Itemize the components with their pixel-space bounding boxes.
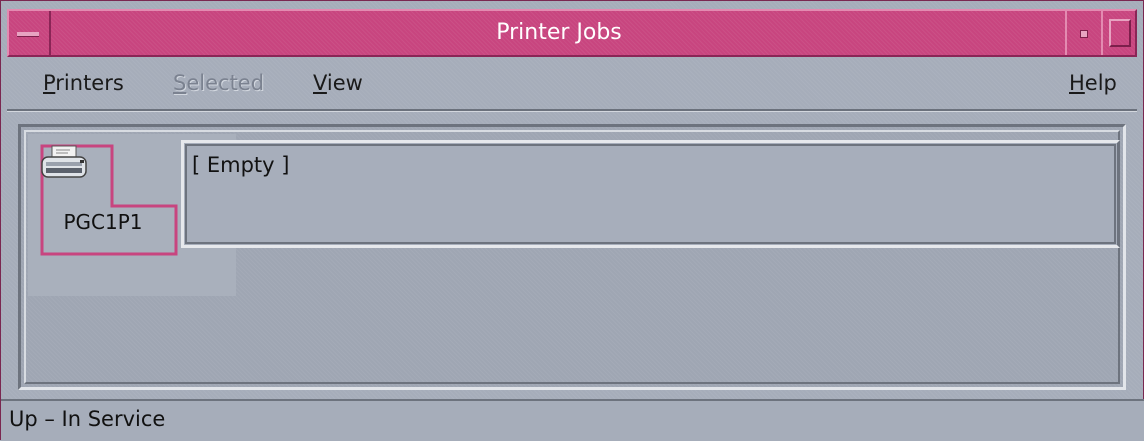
printer-jobs-window: Printer Jobs Printers Selected View Help	[0, 0, 1144, 441]
status-bar: Up – In Service	[1, 399, 1144, 441]
menu-separator	[7, 109, 1137, 112]
maximize-icon	[1109, 19, 1131, 47]
printer-name: PGC1P1	[63, 210, 143, 234]
minimize-icon	[1080, 30, 1088, 38]
window-title: Printer Jobs	[496, 20, 622, 45]
printer-icon	[41, 145, 87, 178]
job-list-empty-text: [ Empty ]	[192, 153, 290, 177]
menu-selected-label: elected	[186, 71, 265, 95]
menu-printers-label: rinters	[55, 71, 124, 95]
status-text: Up – In Service	[9, 407, 166, 431]
menu-printers-mnemonic: P	[43, 71, 56, 95]
menu-help-mnemonic: H	[1069, 71, 1085, 95]
menu-printers[interactable]: Printers	[43, 71, 124, 95]
maximize-button[interactable]	[1101, 11, 1135, 55]
menu-view-mnemonic: V	[313, 71, 327, 95]
menu-selected[interactable]: Selected	[173, 71, 264, 95]
panel-inner: PGC1P1 [ Empty ]	[24, 130, 1120, 384]
printer-jobs-panel: PGC1P1 [ Empty ]	[18, 124, 1126, 390]
printer-selection[interactable]: PGC1P1	[40, 144, 178, 256]
menu-help[interactable]: Help	[1069, 71, 1117, 95]
job-list[interactable]: [ Empty ]	[181, 140, 1120, 248]
title-bar[interactable]: Printer Jobs	[7, 9, 1137, 57]
minimize-button[interactable]	[1065, 11, 1101, 55]
window-menu-icon	[17, 32, 39, 37]
menu-selected-mnemonic: S	[173, 71, 187, 95]
menu-view-label: iew	[326, 71, 363, 95]
menu-bar: Printers Selected View Help	[23, 63, 1131, 107]
menu-view[interactable]: View	[313, 71, 363, 95]
window-menu-button[interactable]	[9, 11, 51, 55]
menu-help-label: elp	[1084, 71, 1117, 95]
